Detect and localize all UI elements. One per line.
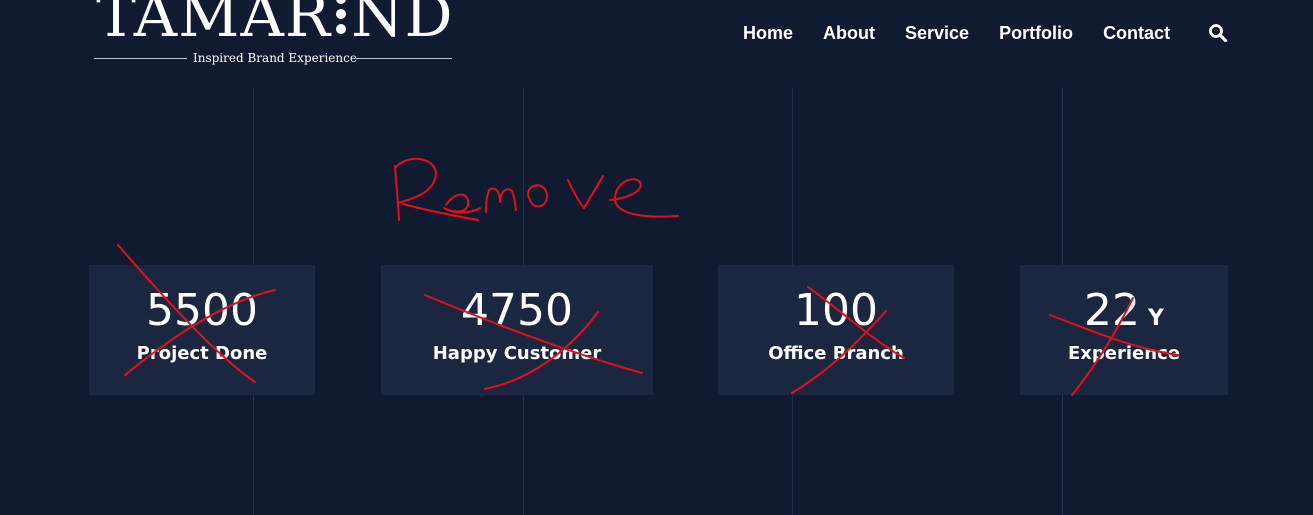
stat-value: 22 Y: [1084, 285, 1164, 336]
stat-card-projects: 5500 Project Done: [89, 265, 315, 395]
stat-card-customers: 4750 Happy Customer: [381, 265, 653, 395]
handwritten-annotation: [117, 158, 1179, 396]
nav-portfolio-link[interactable]: Portfolio: [999, 22, 1073, 44]
stat-card-experience: 22 Y Experience: [1020, 265, 1228, 395]
stat-value: 100: [794, 285, 878, 336]
stat-card-branches: 100 Office Branch: [718, 265, 954, 395]
nav-contact-link[interactable]: Contact: [1103, 22, 1170, 44]
stat-label: Project Done: [136, 343, 268, 364]
logo-wordmark: TAMAR ND: [96, 0, 454, 46]
nav-about-link[interactable]: About: [823, 22, 875, 44]
main-nav: Home About Service Portfolio Contact: [743, 22, 1200, 44]
nav-home-link[interactable]: Home: [743, 22, 793, 44]
stat-value: 4750: [461, 285, 573, 336]
stat-label: Happy Customer: [432, 343, 602, 364]
logo-tagline: Inspired Brand Experience: [193, 51, 357, 65]
stat-label: Experience: [1068, 343, 1180, 364]
brand-logo[interactable]: TAMAR ND Inspired Brand Experience: [93, 0, 453, 70]
logo-rule-right: [356, 58, 452, 59]
nav-service-link[interactable]: Service: [905, 22, 969, 44]
logo-dots-icon: [333, 0, 349, 40]
stat-value: 5500: [146, 285, 258, 336]
stat-unit: Y: [1148, 306, 1164, 331]
remove-annotation-text: [394, 158, 679, 221]
stat-label: Office Branch: [768, 343, 904, 364]
search-icon[interactable]: [1208, 23, 1228, 43]
logo-rule-left: [94, 58, 187, 59]
